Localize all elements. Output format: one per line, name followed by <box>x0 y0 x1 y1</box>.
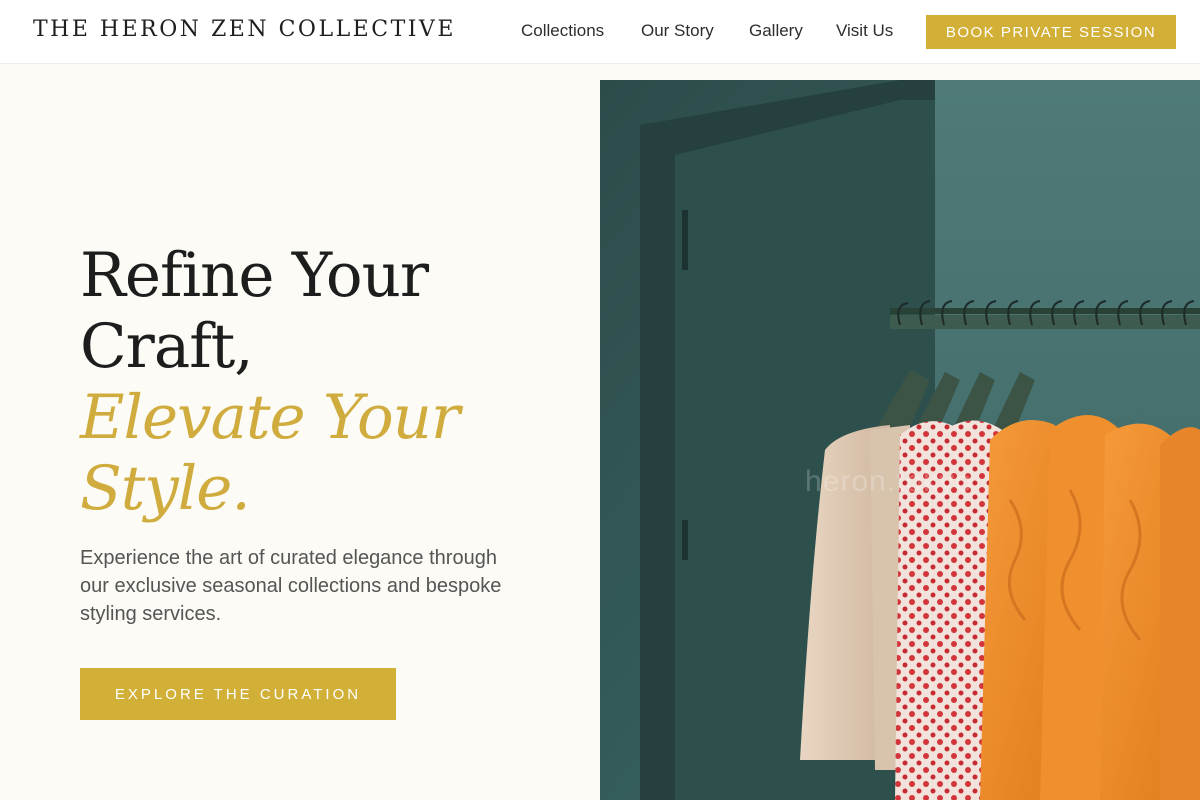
nav-gallery[interactable]: Gallery <box>749 21 803 41</box>
nav-collections[interactable]: Collections <box>521 21 604 41</box>
photo-watermark: heron.tokyo <box>805 465 973 498</box>
site-header: THE HERON ZEN COLLECTIVE Collections Our… <box>0 0 1200 64</box>
headline-accent-line-2: Style. <box>80 453 251 524</box>
clothing-rack-illustration <box>600 80 1200 800</box>
nav-visit-us[interactable]: Visit Us <box>836 21 893 41</box>
nav-our-story[interactable]: Our Story <box>641 21 714 41</box>
headline-line-2: Craft, <box>80 311 254 382</box>
hero-lead-text: Experience the art of curated elegance t… <box>80 547 502 625</box>
book-private-session-button[interactable]: BOOK PRIVATE SESSION <box>926 15 1176 49</box>
headline-accent-line-1: Elevate Your <box>80 382 460 453</box>
clothing-rack-photo: heron.tokyo <box>600 80 1200 800</box>
hero-headline: Refine Your Craft, Elevate Your Style. <box>80 240 560 524</box>
explore-curation-button[interactable]: EXPLORE THE CURATION <box>80 668 396 720</box>
hero-text: Refine Your Craft, Elevate Your Style. E… <box>80 240 560 628</box>
headline-line-1: Refine Your <box>80 240 429 311</box>
